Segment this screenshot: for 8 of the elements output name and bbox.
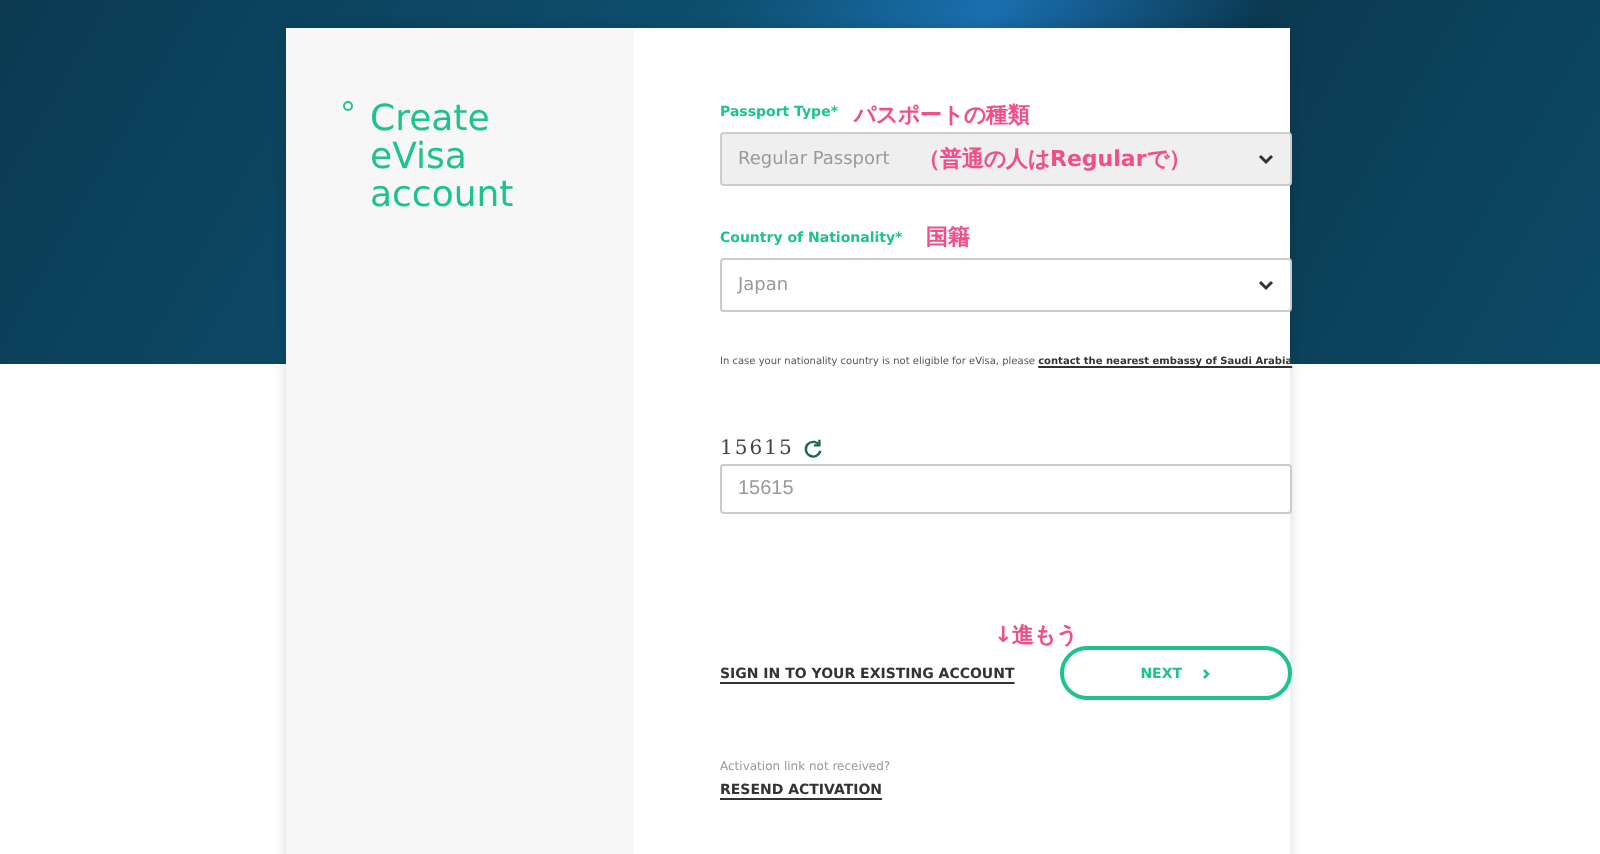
annotation-text: 国籍 — [926, 222, 970, 252]
annotation-text: ↓進もう — [994, 620, 1079, 650]
captcha-image: 15615 — [720, 438, 794, 460]
page-title: Create eVisa account — [370, 100, 516, 214]
captcha-input[interactable]: 15615 — [720, 464, 1293, 514]
annotation-text: （普通の人はRegularで） — [918, 144, 1191, 174]
select-field[interactable]: Japan — [720, 258, 1293, 312]
annotation-text: パスポートの種類 — [854, 100, 1030, 130]
